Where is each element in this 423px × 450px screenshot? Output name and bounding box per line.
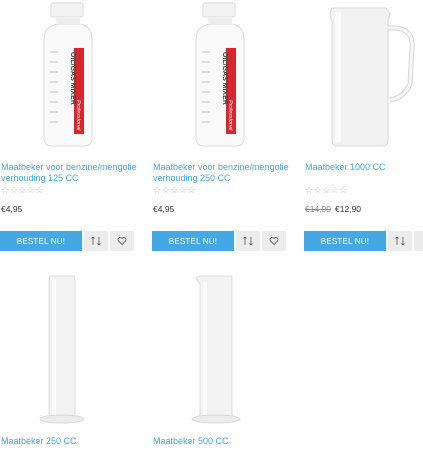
compare-button[interactable] xyxy=(236,231,260,251)
svg-text:OIL/GAS MIXER: OIL/GAS MIXER xyxy=(69,52,76,105)
compare-button[interactable] xyxy=(84,231,108,251)
compare-button[interactable] xyxy=(388,231,412,251)
card-actions: BESTEL NU! xyxy=(0,231,134,251)
wishlist-button[interactable] xyxy=(414,231,423,251)
rating-stars: ☆☆☆☆☆ xyxy=(1,185,44,195)
current-price: €4,95 xyxy=(153,204,175,214)
svg-text:Professional: Professional xyxy=(75,100,81,131)
price: €14,90 €12,90 xyxy=(305,204,361,214)
current-price: €4,95 xyxy=(1,204,23,214)
wishlist-button[interactable] xyxy=(110,231,134,251)
compare-icon xyxy=(91,236,101,246)
svg-text:OIL/GAS MIXER: OIL/GAS MIXER xyxy=(221,52,228,105)
card-actions: BESTEL NU! xyxy=(304,231,423,251)
product-title[interactable]: Maatbeker 250 CC xyxy=(1,436,77,446)
rating-stars: ☆☆☆☆☆ xyxy=(153,185,196,195)
product-title[interactable]: Maatbeker 1000 CC xyxy=(305,162,423,173)
heart-icon xyxy=(269,237,279,246)
compare-icon xyxy=(395,236,405,246)
rating-stars: ☆☆☆☆☆ xyxy=(305,185,348,195)
price: €4,95 xyxy=(153,204,174,214)
heart-icon xyxy=(117,237,127,246)
product-image[interactable]: OIL/GAS MIXER Professional xyxy=(0,0,140,150)
product-image[interactable] xyxy=(0,270,140,430)
product-image[interactable] xyxy=(304,0,423,150)
buy-button[interactable]: BESTEL NU! xyxy=(0,231,82,251)
product-title[interactable]: Maatbeker 500 CC xyxy=(153,436,229,446)
wishlist-button[interactable] xyxy=(262,231,286,251)
current-price: €12,90 xyxy=(335,204,361,214)
product-title[interactable]: Maatbeker voor benzine/mengolie verhoudi… xyxy=(1,162,141,184)
svg-text:Professional: Professional xyxy=(227,100,233,131)
old-price: €14,90 xyxy=(305,204,331,214)
product-title[interactable]: Maatbeker voor benzine/mengolie verhoudi… xyxy=(153,162,293,184)
product-image[interactable] xyxy=(152,270,292,430)
card-actions: BESTEL NU! xyxy=(152,231,286,251)
compare-icon xyxy=(243,236,253,246)
product-image[interactable]: OIL/GAS MIXER Professional xyxy=(152,0,292,150)
buy-button[interactable]: BESTEL NU! xyxy=(304,231,386,251)
buy-button[interactable]: BESTEL NU! xyxy=(152,231,234,251)
price: €4,95 xyxy=(1,204,22,214)
